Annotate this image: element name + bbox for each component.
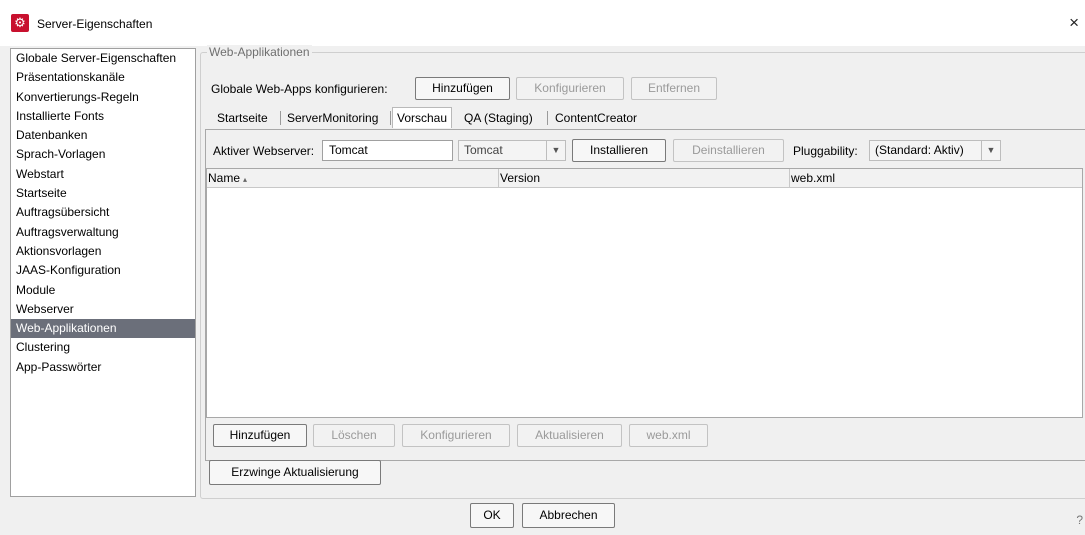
table-add-button[interactable]: Hinzufügen: [213, 424, 307, 447]
pluggability-select-value: (Standard: Aktiv): [875, 143, 964, 157]
sidebar-item-web-applications[interactable]: Web-Applikationen: [11, 319, 195, 339]
sidebar-item-language-templates[interactable]: Sprach-Vorlagen: [11, 145, 195, 164]
sidebar-item-presentation-channels[interactable]: Präsentationskanäle: [11, 68, 195, 87]
ok-button[interactable]: OK: [470, 503, 514, 528]
uninstall-button[interactable]: Deinstallieren: [673, 139, 784, 162]
global-remove-button[interactable]: Entfernen: [631, 77, 717, 100]
tab-separator: [390, 111, 391, 125]
webserver-select[interactable]: Tomcat ▼: [458, 140, 566, 161]
tab-separator: [280, 111, 281, 125]
force-update-button[interactable]: Erzwinge Aktualisierung: [209, 460, 381, 485]
pluggability-select[interactable]: (Standard: Aktiv) ▼: [869, 140, 1001, 161]
active-webserver-label: Aktiver Webserver:: [213, 144, 315, 158]
global-add-button[interactable]: Hinzufügen: [415, 77, 510, 100]
table-update-button[interactable]: Aktualisieren: [517, 424, 622, 447]
tab-separator: [547, 111, 548, 125]
chevron-down-icon: ▼: [981, 141, 1000, 160]
sidebar-item-clustering[interactable]: Clustering: [11, 338, 195, 357]
sidebar-item-action-templates[interactable]: Aktionsvorlagen: [11, 242, 195, 261]
help-icon[interactable]: ?: [1076, 513, 1083, 527]
table-delete-button[interactable]: Löschen: [313, 424, 395, 447]
app-gear-icon: ⚙: [11, 14, 29, 32]
webserver-select-value: Tomcat: [464, 143, 503, 157]
sidebar-item-app-passwords[interactable]: App-Passwörter: [11, 358, 195, 377]
table-webxml-button[interactable]: web.xml: [629, 424, 708, 447]
tab-vorschau[interactable]: Vorschau: [392, 107, 453, 128]
chevron-down-icon: ▼: [546, 141, 565, 160]
sidebar-item-job-management[interactable]: Auftragsverwaltung: [11, 223, 195, 242]
install-button[interactable]: Installieren: [572, 139, 666, 162]
column-header-version[interactable]: Version: [499, 169, 790, 188]
tab-servermonitoring[interactable]: ServerMonitoring: [287, 108, 378, 128]
sidebar-item-global-server-properties[interactable]: Globale Server-Eigenschaften: [11, 49, 195, 68]
global-configure-button[interactable]: Konfigurieren: [516, 77, 624, 100]
sidebar-item-webserver[interactable]: Webserver: [11, 300, 195, 319]
pluggability-label: Pluggability:: [793, 144, 858, 158]
close-icon[interactable]: ×: [1069, 13, 1079, 33]
active-webserver-input[interactable]: Tomcat: [322, 140, 453, 161]
column-header-name[interactable]: Name ▴: [207, 169, 499, 188]
sidebar-item-jaas-config[interactable]: JAAS-Konfiguration: [11, 261, 195, 280]
tab-contentcreator[interactable]: ContentCreator: [555, 108, 637, 128]
sidebar-item-databases[interactable]: Datenbanken: [11, 126, 195, 145]
sidebar-item-job-overview[interactable]: Auftragsübersicht: [11, 203, 195, 222]
window-title: Server-Eigenschaften: [37, 17, 153, 31]
tab-qa-staging[interactable]: QA (Staging): [464, 108, 533, 128]
column-header-name-label: Name: [208, 171, 241, 185]
dialog-window: ⚙ Server-Eigenschaften × Globale Server-…: [0, 0, 1085, 535]
sidebar-item-installed-fonts[interactable]: Installierte Fonts: [11, 107, 195, 126]
table-configure-button[interactable]: Konfigurieren: [402, 424, 510, 447]
tab-startseite[interactable]: Startseite: [217, 108, 268, 128]
column-header-webxml[interactable]: web.xml: [790, 169, 1082, 188]
sidebar-item-conversion-rules[interactable]: Konvertierungs-Regeln: [11, 88, 195, 107]
sort-ascending-icon: ▴: [243, 175, 248, 184]
group-title: Web-Applikationen: [207, 45, 312, 59]
sidebar-list[interactable]: Globale Server-Eigenschaften Präsentatio…: [10, 48, 196, 497]
cancel-button[interactable]: Abbrechen: [522, 503, 615, 528]
web-apps-table[interactable]: Name ▴ Version web.xml: [206, 168, 1083, 418]
sidebar-item-startpage[interactable]: Startseite: [11, 184, 195, 203]
sidebar-item-webstart[interactable]: Webstart: [11, 165, 195, 184]
title-bar: ⚙ Server-Eigenschaften ×: [0, 0, 1085, 46]
global-web-apps-label: Globale Web-Apps konfigurieren:: [211, 82, 388, 96]
sidebar-item-modules[interactable]: Module: [11, 281, 195, 300]
